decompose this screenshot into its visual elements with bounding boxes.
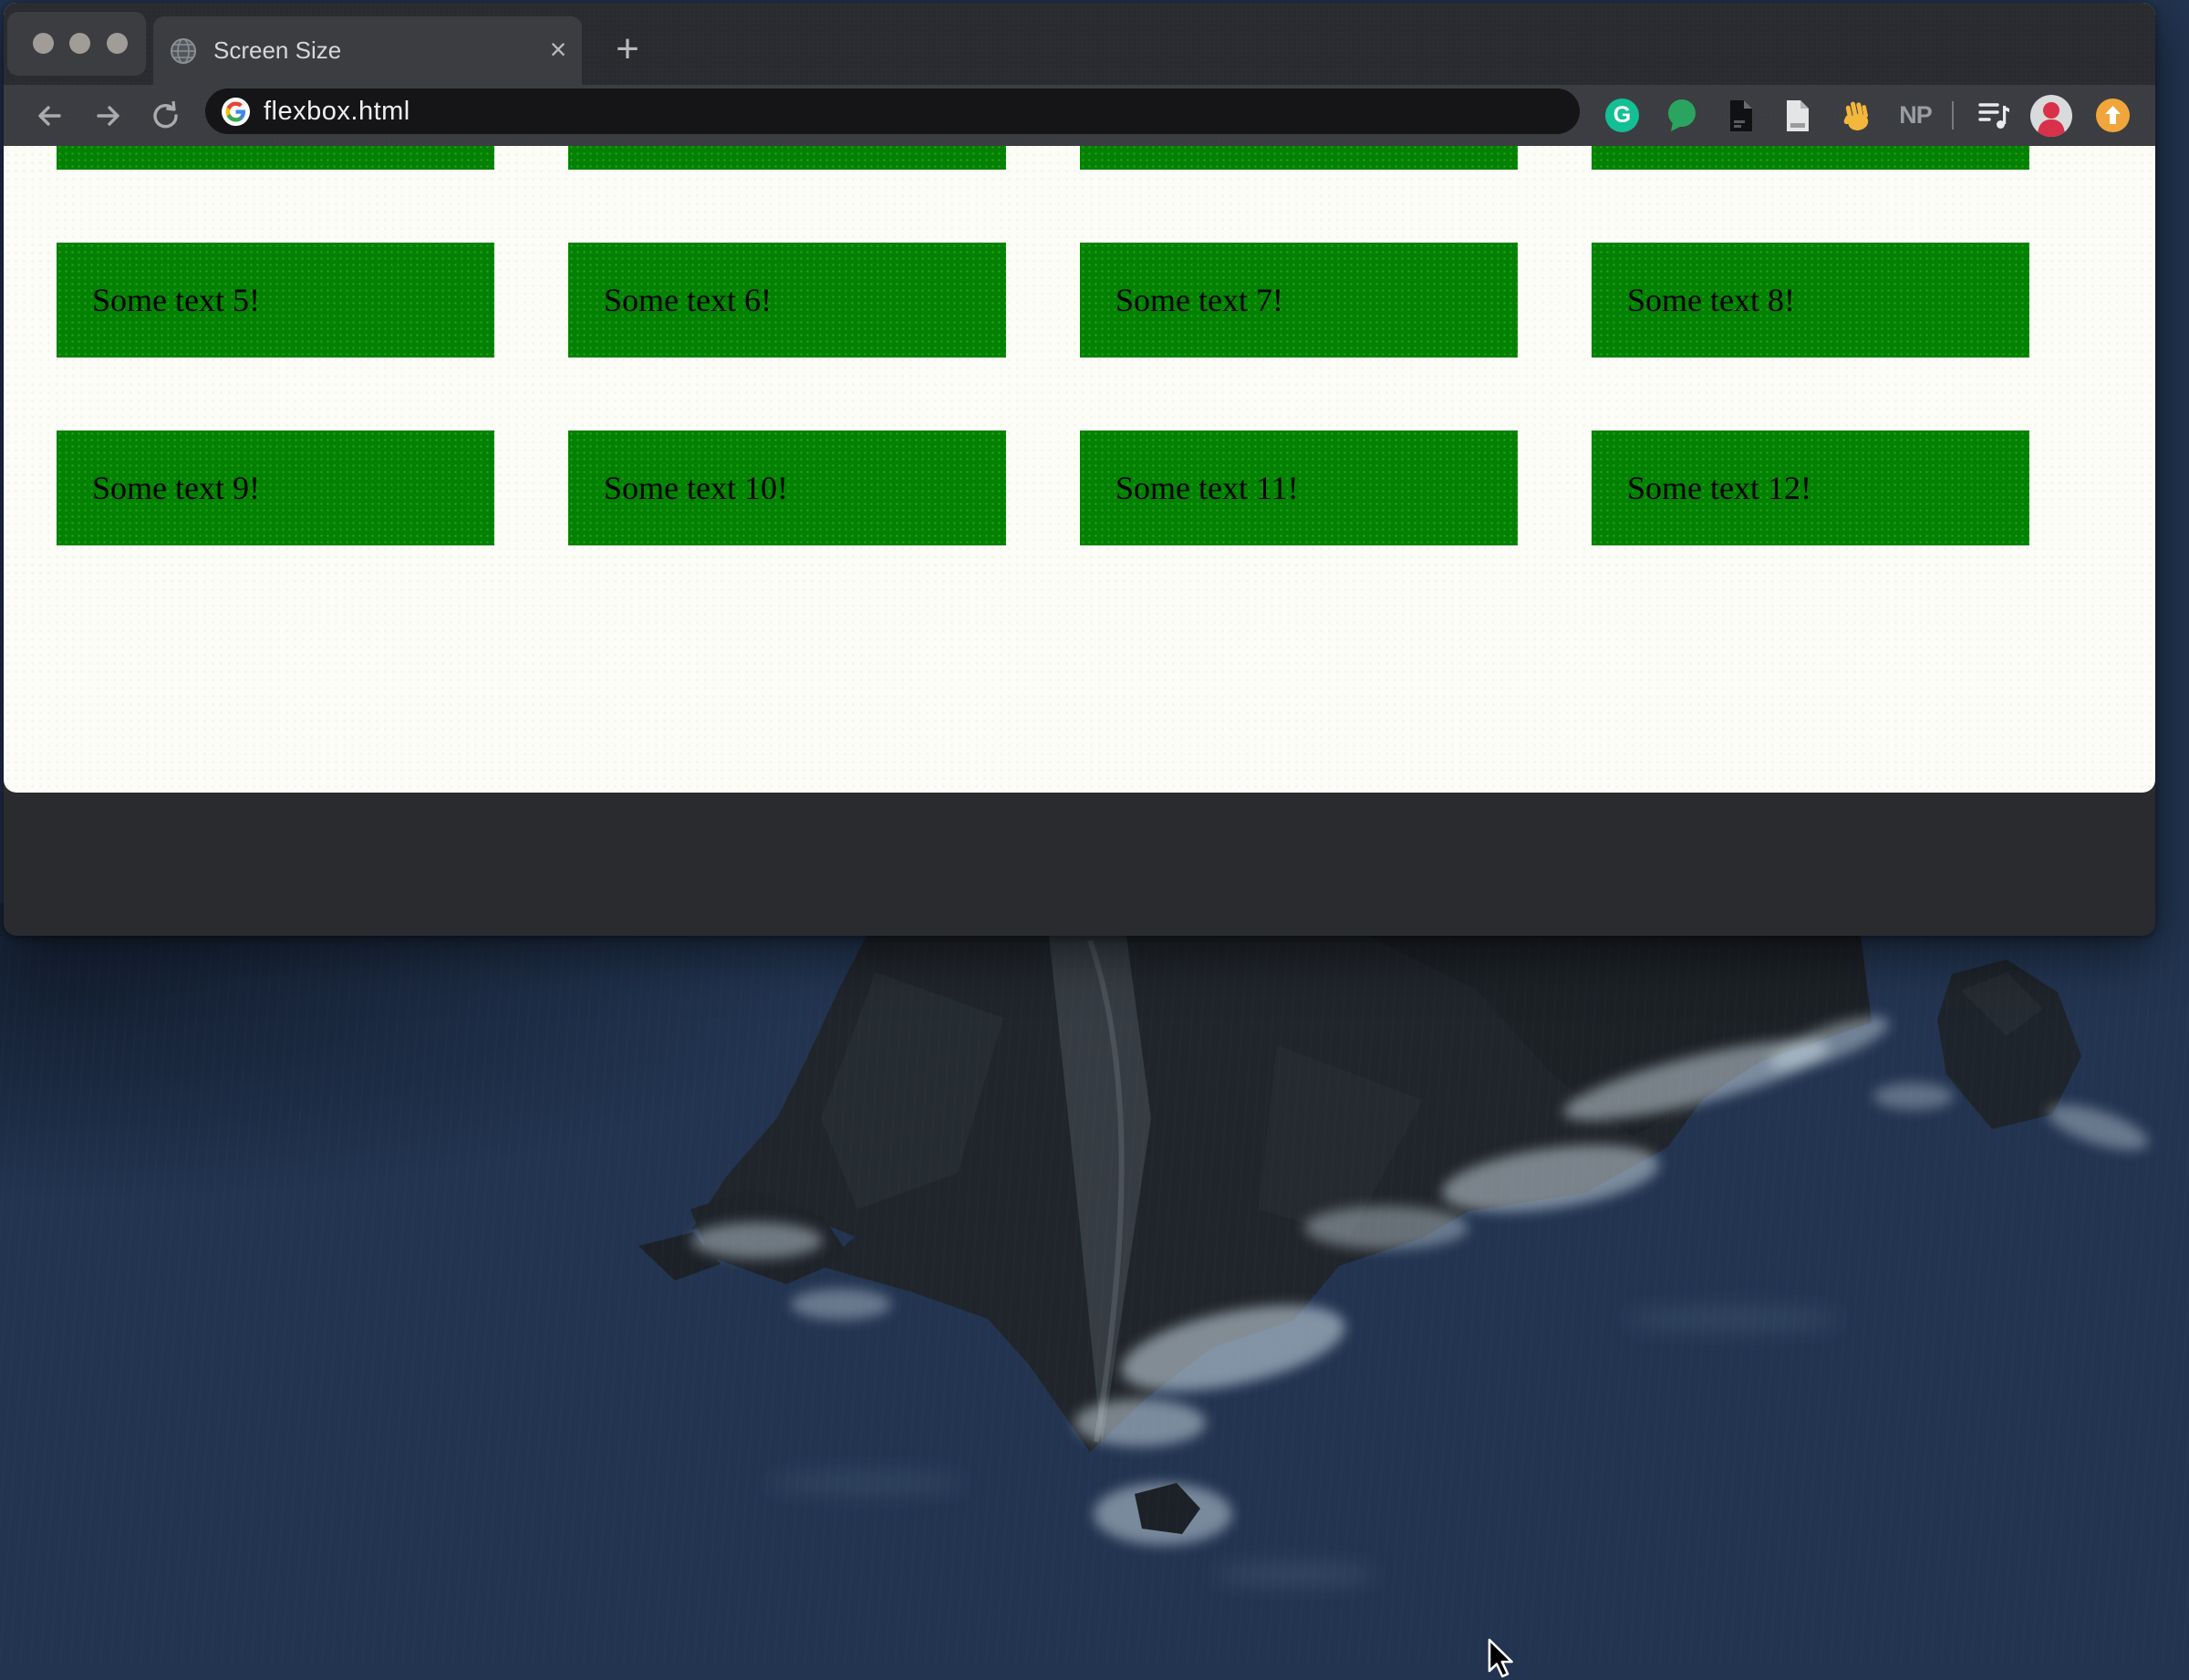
flex-item-7: Some text 7!: [1080, 243, 1518, 358]
hand-wave-extension-icon[interactable]: [1841, 85, 1873, 146]
google-favicon-icon: [222, 98, 250, 126]
tab-bar: Screen Size × +: [4, 3, 2155, 85]
active-tab[interactable]: Screen Size ×: [153, 16, 582, 85]
np-extension-icon[interactable]: NP: [1893, 85, 1937, 146]
grammarly-g-glyph: G: [1605, 99, 1639, 132]
traffic-light-zone: [7, 12, 146, 76]
wave-texture: [0, 936, 2189, 1665]
mouse-cursor: [1487, 1638, 1523, 1680]
flex-item-11: Some text 11!: [1080, 430, 1518, 545]
browser-update-icon[interactable]: [2096, 85, 2130, 146]
flex-item-8: Some text 8!: [1592, 243, 2029, 358]
globe-favicon-icon: [170, 37, 197, 65]
zoom-window-button[interactable]: [107, 33, 128, 54]
toolbar: flexbox.html G: [4, 85, 2155, 146]
flex-item-12: Some text 12!: [1592, 430, 2029, 545]
grammarly-extension-icon[interactable]: G: [1605, 85, 1639, 146]
np-label: NP: [1899, 101, 1932, 130]
avatar: [2030, 95, 2072, 137]
update-arrow-icon: [2096, 99, 2130, 132]
close-window-button[interactable]: [33, 33, 54, 54]
light-document-extension-icon[interactable]: [1782, 85, 1813, 146]
back-icon[interactable]: [32, 98, 68, 134]
flex-item-10: Some text 10!: [568, 430, 1006, 545]
tab-close-icon[interactable]: ×: [540, 16, 576, 85]
forward-icon[interactable]: [89, 98, 126, 134]
tab-title: Screen Size: [213, 16, 341, 85]
refresh-icon[interactable]: [148, 98, 184, 134]
address-bar[interactable]: flexbox.html: [205, 88, 1580, 134]
new-tab-button[interactable]: +: [607, 30, 648, 70]
profile-avatar-icon[interactable]: [2030, 85, 2072, 146]
media-queue-extension-icon[interactable]: [1976, 85, 2013, 146]
browser-window: Screen Size × + fle: [4, 3, 2155, 936]
green-bubble-extension-icon[interactable]: [1665, 85, 1698, 146]
flex-item-5: Some text 5!: [57, 243, 494, 358]
flex-item-9: Some text 9!: [57, 430, 494, 545]
minimize-window-button[interactable]: [69, 33, 90, 54]
flex-item-6: Some text 6!: [568, 243, 1006, 358]
toolbar-divider: [1952, 101, 1954, 130]
dark-document-extension-icon[interactable]: [1726, 85, 1757, 146]
url-text[interactable]: flexbox.html: [264, 88, 410, 134]
